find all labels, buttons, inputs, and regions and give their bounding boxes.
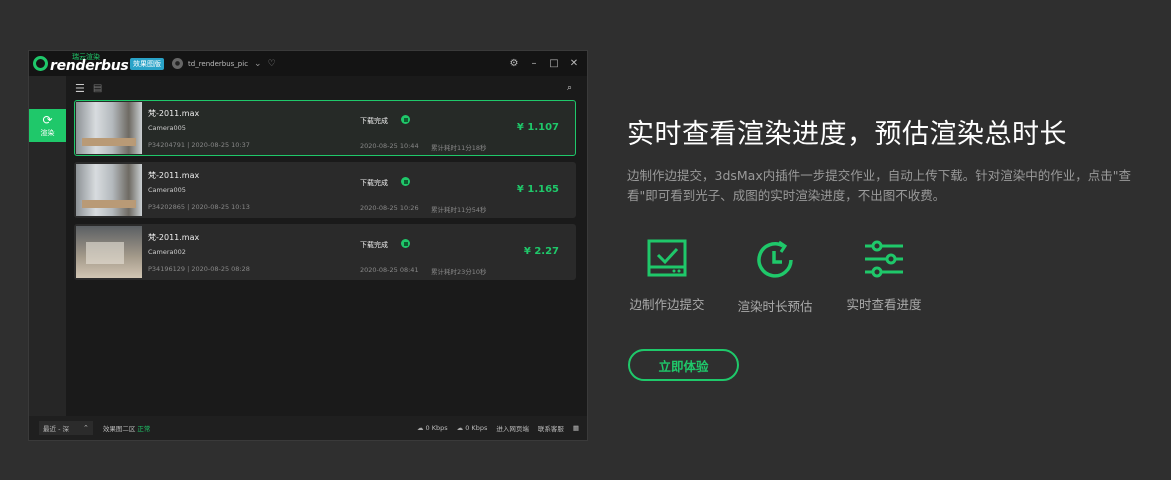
chevron-up-icon: ⌃ [82, 424, 89, 432]
job-row[interactable]: 梵-2011.max Camera005 P34202865 | 2020-08… [74, 162, 576, 218]
vip-icon[interactable]: ♡ [268, 59, 276, 69]
job-list: 梵-2011.max Camera005 P34204791 | 2020-08… [74, 100, 576, 286]
logo-mark-icon [33, 56, 48, 71]
job-meta: P34196129 | 2020-08-25 08:28 [148, 265, 250, 273]
status-bar: 最近 - 深 ⌃ 效果图二区 正常 ☁ 0 Kbps ☁ 0 Kbps 进入网页端… [29, 416, 587, 440]
download-folder-icon[interactable] [401, 177, 410, 186]
username[interactable]: td_renderbus_pic [188, 60, 248, 68]
job-row[interactable]: 梵-2011.max Camera005 P34204791 | 2020-08… [74, 100, 576, 156]
job-meta: P34204791 | 2020-08-25 10:37 [148, 141, 250, 149]
feature-label: 实时查看进度 [846, 297, 922, 312]
job-name: 梵-2011.max [148, 109, 200, 118]
download-folder-icon[interactable] [401, 239, 410, 248]
list-view-icon[interactable]: ☰ [75, 82, 85, 95]
render-zone-status: 正常 [137, 425, 151, 433]
download-folder-icon[interactable] [401, 115, 410, 124]
job-date: 2020-08-25 10:44 [360, 142, 419, 150]
render-zone-label: 效果图二区 [102, 425, 136, 433]
logo-en: renderbus [50, 58, 129, 74]
job-camera: Camera002 [148, 248, 186, 256]
status-right: ☁ 0 Kbps ☁ 0 Kbps 进入网页端 联系客服 ▦ [417, 423, 579, 433]
job-row[interactable]: 梵-2011.max Camera002 P34196129 | 2020-08… [74, 224, 576, 280]
job-thumbnail [76, 164, 142, 216]
contact-link[interactable]: 联系客服 [538, 423, 564, 433]
app-window: 瑞云渲染 renderbus 效果图版 ● td_renderbus_pic ⌄… [28, 50, 588, 441]
sliders-icon [865, 240, 903, 278]
job-date: 2020-08-25 08:41 [360, 266, 419, 274]
headline: 实时查看渲染进度，预估渲染总时长 [627, 119, 1067, 150]
feature-submit: 边制作边提交 [622, 238, 712, 313]
gear-icon[interactable]: ⚙ [509, 58, 519, 69]
feature-progress: 实时查看进度 [839, 238, 929, 313]
edition-badge: 效果图版 [130, 57, 164, 70]
upload-speed: ☁ 0 Kbps [416, 424, 448, 432]
try-now-button[interactable]: 立即体验 [628, 349, 739, 381]
job-price: ¥ 1.107 [516, 122, 559, 133]
sidebar-item-label: 渲染 [40, 128, 55, 137]
job-duration: 累计耗时23分10秒 [431, 268, 487, 276]
window-controls: ⚙ – □ ✕ [509, 51, 579, 76]
job-status: 下载完成 [360, 117, 388, 125]
region-label: 最近 - 深 [43, 425, 69, 433]
download-speed: ☁ 0 Kbps [456, 424, 488, 432]
job-status: 下载完成 [360, 241, 388, 249]
render-zone: 效果图二区 正常 [103, 423, 151, 433]
job-duration: 累计耗时11分54秒 [431, 206, 487, 214]
job-camera: Camera005 [148, 124, 186, 132]
region-select[interactable]: 最近 - 深 ⌃ [39, 421, 93, 435]
feature-label: 渲染时长预估 [737, 299, 813, 314]
chevron-down-icon[interactable]: ⌄ [254, 59, 262, 69]
grid-view-icon[interactable]: ▤ [93, 83, 102, 94]
job-thumbnail [76, 226, 142, 278]
job-date: 2020-08-25 10:26 [360, 204, 419, 212]
job-camera: Camera005 [148, 186, 186, 194]
logo: 瑞云渲染 renderbus [33, 51, 129, 76]
download-icon: ☁ [456, 424, 464, 432]
job-duration: 累计耗时11分18秒 [431, 144, 487, 152]
qr-icon[interactable]: ▦ [573, 424, 579, 432]
job-price: ¥ 2.27 [523, 246, 559, 257]
avatar[interactable]: ● [172, 58, 183, 69]
search-icon[interactable]: ⌕ [567, 83, 572, 93]
description: 边制作边提交，3dsMax内插件一步提交作业，自动上传下载。针对渲染中的作业，点… [627, 168, 1131, 203]
sidebar-item-render[interactable]: ⟳ 渲染 [29, 109, 66, 142]
web-link[interactable]: 进入网页端 [496, 423, 529, 433]
job-status: 下载完成 [360, 179, 388, 187]
minimize-icon[interactable]: – [529, 58, 539, 69]
monitor-check-icon [647, 239, 687, 277]
sidebar: ⟳ 渲染 [29, 76, 66, 418]
maximize-icon[interactable]: □ [549, 58, 559, 69]
job-price: ¥ 1.165 [516, 184, 559, 195]
refresh-icon: ⟳ [42, 112, 53, 127]
job-meta: P34202865 | 2020-08-25 10:13 [148, 203, 250, 211]
job-name: 梵-2011.max [148, 171, 200, 180]
job-name: 梵-2011.max [148, 233, 200, 242]
job-thumbnail [76, 102, 142, 154]
title-bar: 瑞云渲染 renderbus 效果图版 ● td_renderbus_pic ⌄… [29, 51, 587, 76]
toolbar: ☰ ▤ ⌕ [66, 76, 588, 100]
clock-refresh-icon [757, 240, 793, 278]
feature-estimate: 渲染时长预估 [730, 238, 820, 315]
feature-label: 边制作边提交 [629, 297, 705, 312]
close-icon[interactable]: ✕ [569, 58, 579, 69]
upload-icon: ☁ [416, 424, 424, 432]
